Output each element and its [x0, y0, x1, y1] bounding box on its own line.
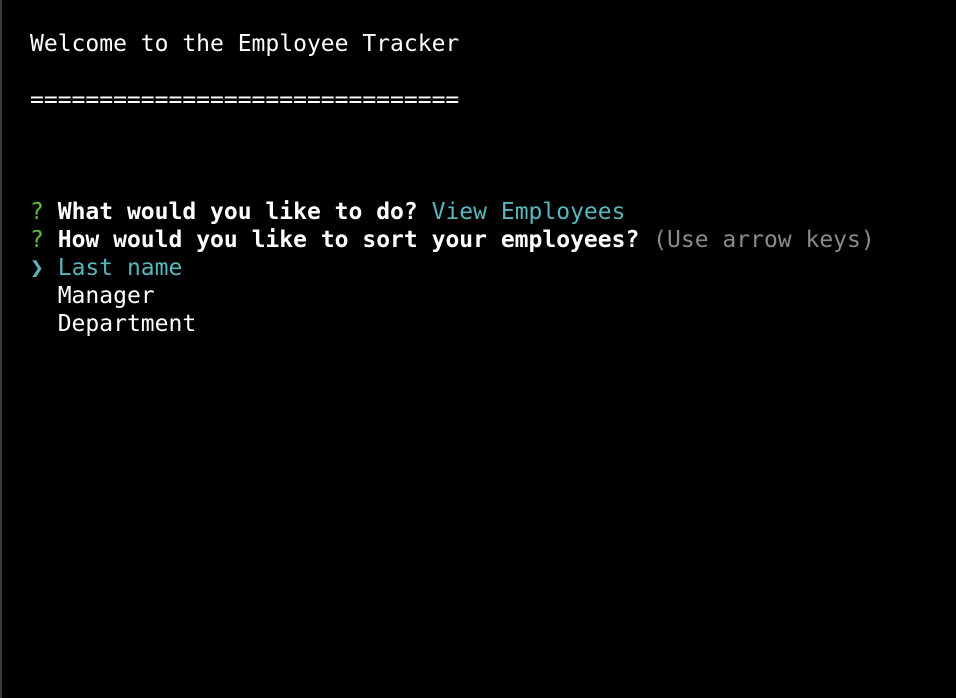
prompt-question: What would you like to do?: [57, 199, 418, 225]
prompt-what-to-do: ? What would you like to do? View Employ…: [30, 198, 625, 226]
option-manager[interactable]: Manager: [30, 282, 155, 310]
divider-line: ===============================: [30, 86, 459, 114]
welcome-line: Welcome to the Employee Tracker: [30, 30, 459, 58]
divider-text: ===============================: [30, 87, 460, 113]
option-department[interactable]: Department: [30, 310, 196, 338]
question-mark-icon: ?: [30, 227, 44, 253]
prompt-question: How would you like to sort your employee…: [57, 227, 640, 253]
option-last-name[interactable]: ❯ Last name: [30, 254, 182, 282]
option-label[interactable]: Department: [58, 311, 196, 337]
prompt-hint: (Use arrow keys): [653, 227, 875, 253]
prompt-answer: View Employees: [431, 199, 626, 225]
option-label[interactable]: Last name: [58, 255, 183, 281]
option-label[interactable]: Manager: [58, 283, 155, 309]
prompt-sort: ? How would you like to sort your employ…: [30, 226, 875, 254]
welcome-text: Welcome to the Employee Tracker: [30, 31, 460, 57]
terminal-window: Welcome to the Employee Tracker ========…: [0, 0, 956, 698]
question-mark-icon: ?: [30, 199, 44, 225]
pointer-icon: ❯: [30, 255, 44, 281]
